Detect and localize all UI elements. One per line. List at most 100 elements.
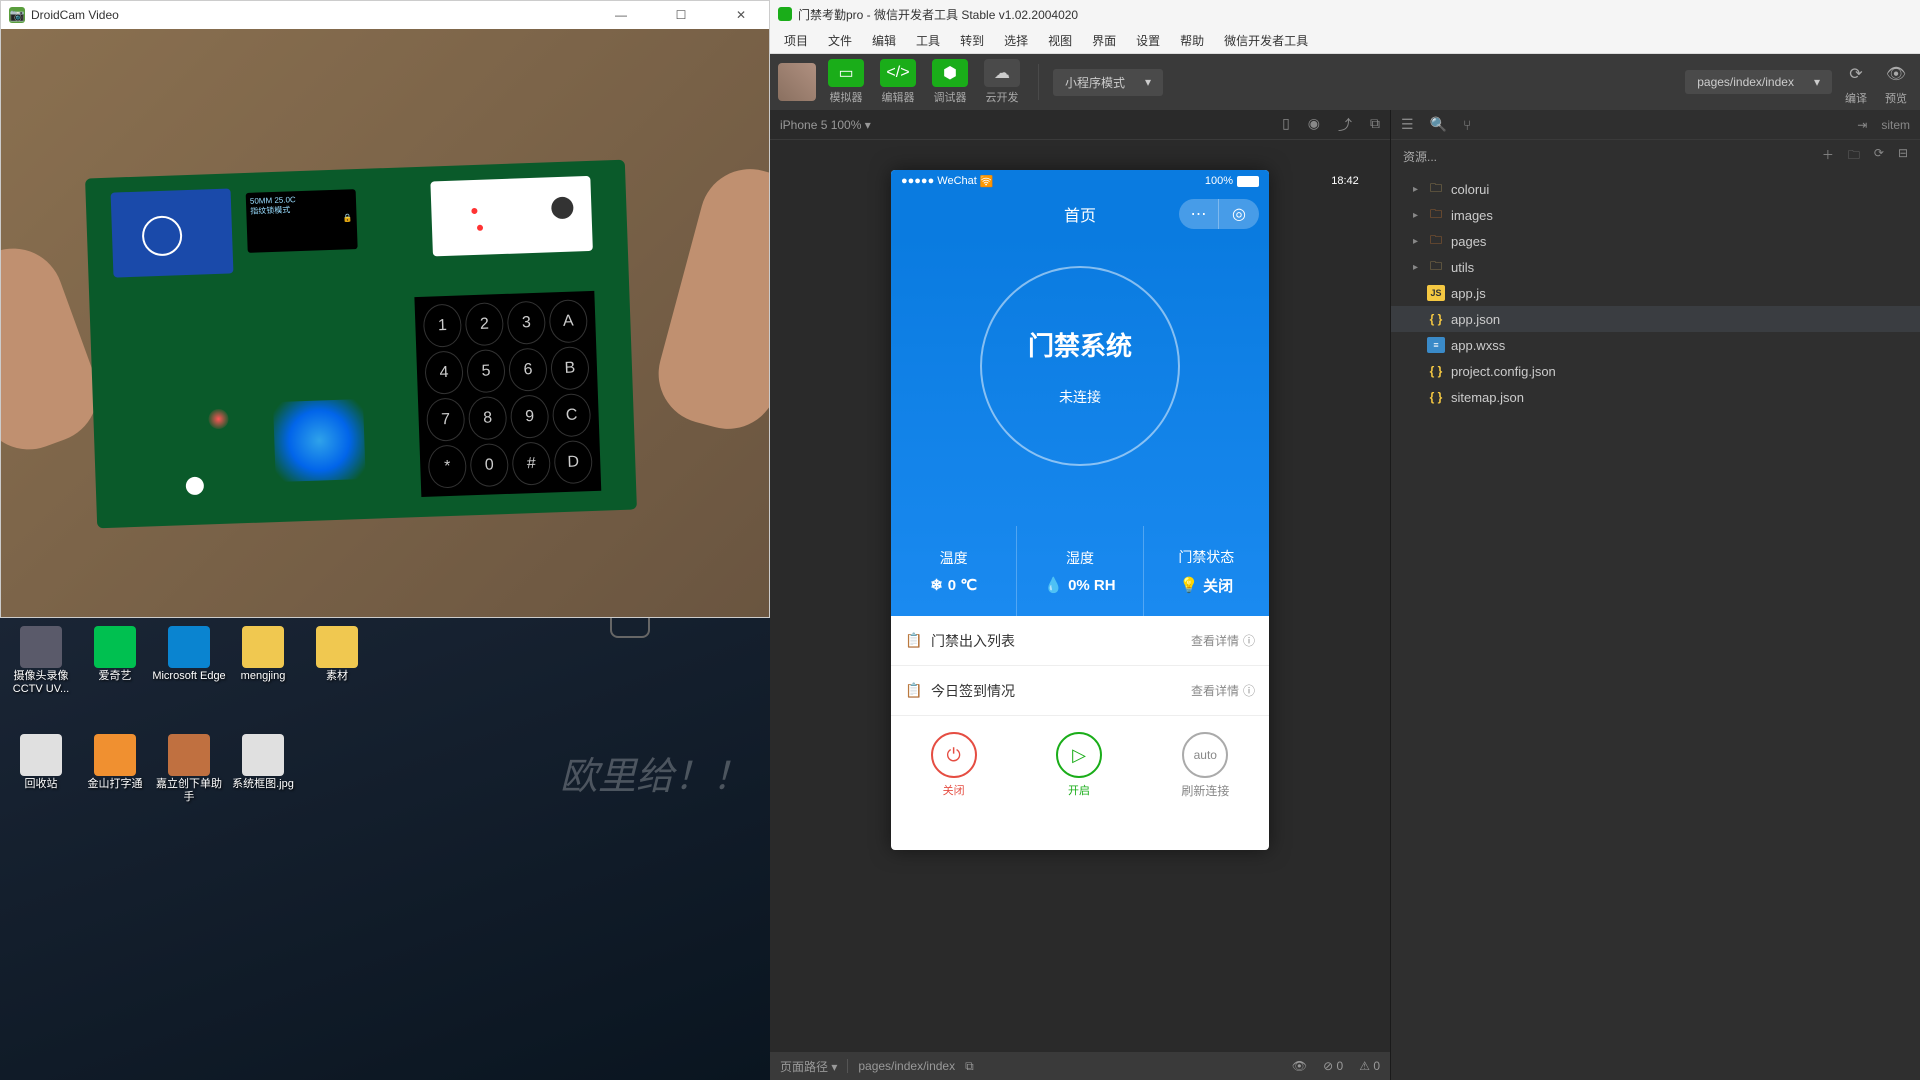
menu-item[interactable]: 视图 [1038,29,1082,52]
droidcam-title: DroidCam Video [31,8,119,22]
keypad-key: 8 [468,396,507,440]
menu-item[interactable]: 选择 [994,29,1038,52]
record-icon[interactable]: ◉ [1308,115,1320,135]
compile-button[interactable]: ⟳ [1840,58,1872,90]
keypad-key: C [552,393,591,437]
circuit-board: 50MM 25.0C 指纹锁模式 🔒 123A456B789C*0#D [85,160,637,529]
copy-path-icon[interactable]: ⧉ [965,1059,974,1074]
list-item[interactable]: 📋门禁出入列表查看详情 ⓘ [891,616,1269,666]
toolbar: ▭ 模拟器 </> 编辑器 ⬢ 调试器 ☁ 云开发 小程序模式▾ pages/i… [770,54,1920,110]
file-tree-item[interactable]: ▸🗀pages [1391,228,1920,254]
desktop-icon[interactable]: 系统框图.jpg [226,734,300,816]
list-item[interactable]: 📋今日签到情况查看详情 ⓘ [891,666,1269,716]
menu-item[interactable]: 微信开发者工具 [1214,29,1318,52]
droidcam-window: 📷 DroidCam Video — ☐ ✕ 50MM 25.0C 指纹锁模式 … [0,0,770,618]
keypad-key: 1 [423,303,462,347]
device-icon[interactable]: ▯ [1282,115,1290,135]
device-selector[interactable]: iPhone 5 100% ▾ [780,118,871,132]
capsule-close-button[interactable]: ◎ [1219,199,1259,229]
oled-display: 50MM 25.0C 指纹锁模式 🔒 [246,189,358,253]
nav-bar: 首页 ⋯ ◎ [891,192,1269,236]
desktop-icon[interactable]: 金山打字通 [78,734,152,816]
video-feed: 50MM 25.0C 指纹锁模式 🔒 123A456B789C*0#D [1,29,769,617]
page-path-dropdown[interactable]: pages/index/index▾ [1685,70,1832,94]
menu-item[interactable]: 文件 [818,29,862,52]
collapse-icon[interactable]: ⊟ [1898,146,1908,167]
file-tree-item[interactable]: JSapp.js [1391,280,1920,306]
keypad-key: 9 [510,395,549,439]
new-file-icon[interactable]: ＋ [1822,146,1834,167]
keypad-key: 6 [508,348,547,392]
file-tree-item[interactable]: ▸🗀utils [1391,254,1920,280]
file-tree-item[interactable]: ≡app.wxss [1391,332,1920,358]
menu-item[interactable]: 项目 [774,29,818,52]
new-folder-icon[interactable]: 🗀 [1848,146,1860,167]
action-button[interactable]: ▷开启 [1056,732,1102,798]
file-tree-item[interactable]: { }project.config.json [1391,358,1920,384]
keypad-key: * [428,444,467,488]
desktop-icon[interactable]: 回收站 [4,734,78,816]
search-icon[interactable]: 🔍 [1430,116,1447,133]
status-bar: ●●●●● WeChat🛜 18:42 100% [891,170,1269,192]
page-title: 首页 [1064,202,1096,226]
keypad-key: 5 [466,349,505,393]
menu-item[interactable]: 工具 [906,29,950,52]
menu-item[interactable]: 界面 [1082,29,1126,52]
sensor-module [430,176,593,257]
page-path-label[interactable]: 页面路径 ▾ [780,1058,837,1075]
minimize-button[interactable]: — [601,1,641,29]
branch-icon[interactable]: ⑂ [1463,117,1471,133]
file-tree-item[interactable]: ▸🗀colorui [1391,176,1920,202]
error-count[interactable]: ⊘ 0 [1323,1059,1343,1073]
file-tree-item[interactable]: ▸🗀images [1391,202,1920,228]
simulator-tab[interactable]: ▭ 模拟器 [824,59,868,105]
menu-item[interactable]: 帮助 [1170,29,1214,52]
keypad-key: # [512,441,551,485]
maximize-button[interactable]: ☐ [661,1,701,29]
status-circle[interactable]: 门禁系统 未连接 [980,266,1180,466]
hero-section: 门禁系统 未连接 温度❄0 ℃湿度💧0% RH门禁状态💡关闭 [891,236,1269,616]
desktop-icon[interactable]: 嘉立创下单助手 [152,734,226,816]
indent-icon[interactable]: ⇥ [1857,118,1867,132]
capsule-menu-button[interactable]: ⋯ [1179,199,1219,229]
refresh-icon[interactable]: ⟳ [1874,146,1884,167]
preview-button[interactable]: 👁 [1880,58,1912,90]
user-avatar[interactable] [778,63,816,101]
desktop-watermark: 欧里给！！ [560,745,750,800]
desktop-icon[interactable]: 摄像头录像CCTV UV... [4,626,78,708]
mode-dropdown[interactable]: 小程序模式▾ [1053,69,1163,96]
keypad-key: B [550,346,589,390]
stat-item: 温度❄0 ℃ [891,526,1016,616]
keypad-key: 0 [470,443,509,487]
desktop-icon[interactable]: 素材 [300,626,374,708]
sitemap-hint: sitem [1881,118,1910,132]
stat-item: 湿度💧0% RH [1016,526,1142,616]
menu-item[interactable]: 编辑 [862,29,906,52]
cloud-tab[interactable]: ☁ 云开发 [980,59,1024,105]
action-button[interactable]: ⏻关闭 [931,732,977,798]
desktop-icon[interactable]: mengjing [226,626,300,708]
list-view-icon[interactable]: ☰ [1401,116,1414,133]
close-button[interactable]: ✕ [721,1,761,29]
droidcam-titlebar: 📷 DroidCam Video — ☐ ✕ [1,1,769,29]
warning-count[interactable]: ⚠ 0 [1359,1059,1380,1073]
devtools-app-icon [778,7,792,21]
copy-icon[interactable]: ⧉ [1370,115,1380,135]
action-button[interactable]: auto刷新连接 [1181,732,1229,799]
visibility-icon[interactable]: 👁 [1292,1059,1307,1073]
fingerprint-scanner [273,399,366,482]
editor-tab[interactable]: </> 编辑器 [876,59,920,105]
debugger-tab[interactable]: ⬢ 调试器 [928,59,972,105]
keypad-key: 2 [465,302,504,346]
simulator-panel: iPhone 5 100% ▾ ▯ ◉ ⤴ ⧉ ●●●●● WeChat🛜 18… [770,110,1390,1080]
keypad-key: 3 [507,301,546,345]
share-icon[interactable]: ⤴ [1338,115,1352,135]
file-tree-item[interactable]: { }app.json [1391,306,1920,332]
desktop-icon[interactable]: 爱奇艺 [78,626,152,708]
file-tree-item[interactable]: { }sitemap.json [1391,384,1920,410]
desktop-icon[interactable]: Microsoft Edge [152,626,226,708]
menu-item[interactable]: 设置 [1126,29,1170,52]
devtools-window: 门禁考勤pro - 微信开发者工具 Stable v1.02.2004020 项… [770,0,1920,1080]
menu-item[interactable]: 转到 [950,29,994,52]
rfid-module [111,188,234,277]
